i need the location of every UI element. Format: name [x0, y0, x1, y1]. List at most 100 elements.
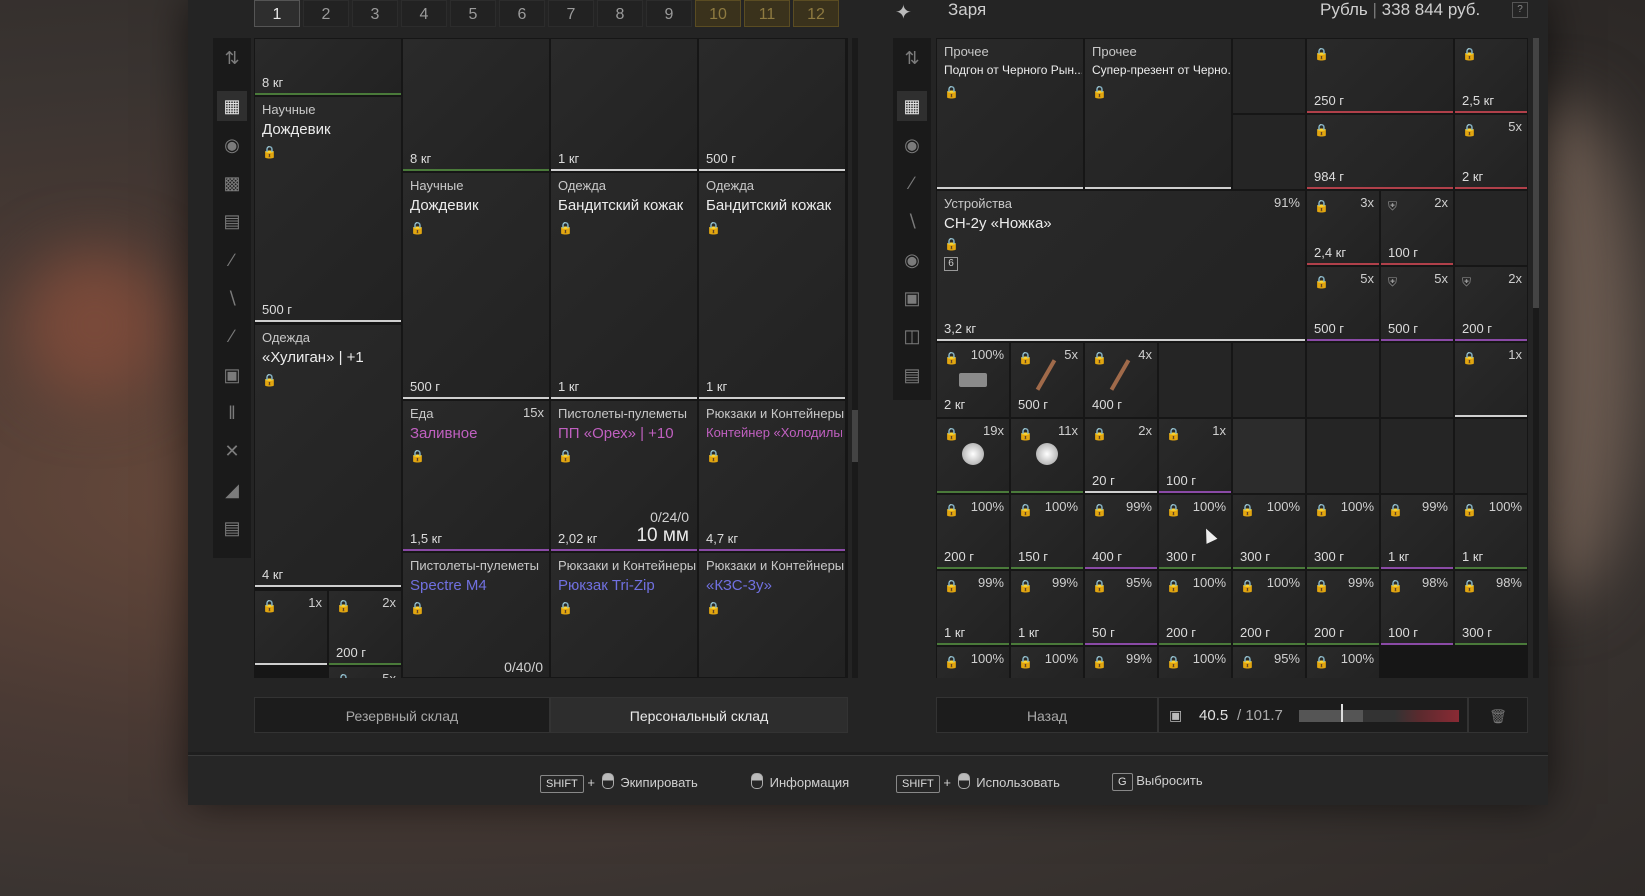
scrollbar-thumb[interactable]	[1533, 38, 1539, 308]
pistol-icon[interactable]: ∖	[217, 283, 247, 313]
trader-item[interactable]: 🔒 100% 300 г	[1232, 494, 1306, 570]
trader-item[interactable]: Устройства 91% СН-2у «Ножка» 🔒 6 3,2 кг	[936, 190, 1306, 342]
trader-item[interactable]: 🔒 2,5 кг	[1454, 38, 1528, 114]
artifact-icon[interactable]: ◉	[897, 245, 927, 275]
rifle-icon[interactable]: ∕	[217, 245, 247, 275]
trader-item[interactable]: 🔒 100%	[1158, 646, 1232, 678]
stash-item[interactable]: 8 кг	[402, 38, 550, 172]
book-icon[interactable]: ◫	[897, 321, 927, 351]
stash-item[interactable]: 500 г	[698, 38, 846, 172]
trader-item[interactable]: 🔒 2x 20 г	[1084, 418, 1158, 494]
trader-item[interactable]: ⛨ 2x 200 г	[1454, 266, 1528, 342]
empty-slot[interactable]	[1232, 114, 1306, 190]
trader-item[interactable]: 🔒 100%	[1306, 646, 1380, 678]
sort-icon[interactable]: ⇅	[897, 43, 927, 73]
trader-item[interactable]: 🔒 99% 1 кг	[1010, 570, 1084, 646]
trader-item[interactable]: 🔒 99% 1 кг	[936, 570, 1010, 646]
trader-item[interactable]: 🔒 984 г	[1306, 114, 1454, 190]
tab-7[interactable]: 7	[548, 0, 594, 27]
trader-item[interactable]: 🔒 4x 400 г	[1084, 342, 1158, 418]
stash-item[interactable]: Одежда «Хулиган» | +1 🔒 4 кг	[254, 324, 402, 588]
all-items-grid-icon[interactable]: ▦	[217, 91, 247, 121]
tab-9[interactable]: 9	[646, 0, 692, 27]
stash-item[interactable]: 🔒 2x 200 г	[328, 590, 402, 666]
all-items-grid-icon[interactable]: ▦	[897, 91, 927, 121]
scrollbar-thumb[interactable]	[852, 410, 858, 462]
empty-slot[interactable]	[1232, 342, 1306, 418]
trader-item[interactable]: 🔒 19x	[936, 418, 1010, 494]
stash-item[interactable]: Рюкзаки и Контейнеры Рюкзак Tri-Zip 🔒	[550, 552, 698, 678]
trader-item[interactable]: ⛨ 5x 500 г	[1380, 266, 1454, 342]
trader-item[interactable]: 🔒 99% 1 кг	[1380, 494, 1454, 570]
tools-icon[interactable]: ✕	[217, 436, 247, 466]
blueprint-icon[interactable]: ◢	[217, 475, 247, 505]
stash-item[interactable]: Научные Дождевик 🔒 500 г	[402, 172, 550, 400]
tab-1[interactable]: 1	[254, 0, 300, 27]
pistol-icon[interactable]: ∖	[897, 206, 927, 236]
empty-slot[interactable]	[1380, 418, 1454, 494]
trash-button[interactable]: 🗑	[1468, 697, 1528, 733]
trader-item[interactable]: 🔒 95%	[1232, 646, 1306, 678]
trader-item[interactable]: 🔒 100% 1 кг	[1454, 494, 1528, 570]
stash-item[interactable]: 1 кг	[550, 38, 698, 172]
personal-storage-button[interactable]: Персональный склад	[550, 697, 848, 733]
tab-3[interactable]: 3	[352, 0, 398, 27]
ammo-icon[interactable]: ‖	[217, 398, 247, 428]
trader-item[interactable]: 🔒 98% 300 г	[1454, 570, 1528, 646]
help-button[interactable]: ?	[1512, 2, 1528, 18]
trader-item[interactable]: 🔒 5x 500 г	[1010, 342, 1084, 418]
tab-10[interactable]: 10	[695, 0, 741, 27]
sort-icon[interactable]: ⇅	[217, 43, 247, 73]
container-icon[interactable]: ▤	[217, 206, 247, 236]
misc-box-icon[interactable]: ▤	[897, 360, 927, 390]
trader-item[interactable]: 🔒 100%	[1010, 646, 1084, 678]
trader-item[interactable]: 🔒 100% 150 г	[1010, 494, 1084, 570]
trader-item[interactable]: Прочее Подгон от Черного Рын... 🔒	[936, 38, 1084, 190]
trader-item[interactable]: 🔒 98% 100 г	[1380, 570, 1454, 646]
stash-item[interactable]: Одежда Бандитский кожак 🔒 1 кг	[698, 172, 846, 400]
stash-item[interactable]: 🔒 5x	[328, 666, 402, 678]
trader-item[interactable]: 🔒 100% 300 г	[1158, 494, 1232, 570]
tab-6[interactable]: 6	[499, 0, 545, 27]
tab-11[interactable]: 11	[744, 0, 790, 27]
tab-8[interactable]: 8	[597, 0, 643, 27]
stash-item[interactable]: Рюкзаки и Контейнеры Контейнер «Холодиль…	[698, 400, 846, 552]
empty-slot[interactable]	[1232, 418, 1306, 494]
medkit-icon[interactable]: ▣	[897, 283, 927, 313]
trader-item[interactable]: 🔒 1x 100 г	[1158, 418, 1232, 494]
armor-icon[interactable]: ▩	[217, 168, 247, 198]
trader-item[interactable]: 🔒 95% 50 г	[1084, 570, 1158, 646]
medkit-icon[interactable]: ▣	[217, 360, 247, 390]
empty-slot[interactable]	[1380, 342, 1454, 418]
stash-item[interactable]: Пистолеты-пулеметы ПП «Орех» | +10 🔒 0/2…	[550, 400, 698, 552]
trader-item[interactable]: ⛨ 2x 100 г	[1380, 190, 1454, 266]
trader-item[interactable]: 🔒 100% 2 кг	[936, 342, 1010, 418]
back-button[interactable]: Назад	[936, 697, 1158, 733]
tab-12[interactable]: 12	[793, 0, 839, 27]
stash-item[interactable]: Одежда Бандитский кожак 🔒 1 кг	[550, 172, 698, 400]
empty-slot[interactable]	[1454, 418, 1528, 494]
helmet-icon[interactable]: ◉	[217, 130, 247, 160]
trader-item[interactable]: 🔒 250 г	[1306, 38, 1454, 114]
stash-item[interactable]: 8 кг	[254, 38, 402, 96]
misc-box-icon[interactable]: ▤	[217, 513, 247, 543]
trader-item[interactable]: 🔒 99%	[1084, 646, 1158, 678]
trader-item[interactable]: 🔒 5x 2 кг	[1454, 114, 1528, 190]
trader-item[interactable]: 🔒 3x 2,4 кг	[1306, 190, 1380, 266]
stash-item[interactable]: 🔒 1x	[254, 590, 328, 666]
trader-item[interactable]: 🔒 100%	[936, 646, 1010, 678]
tab-2[interactable]: 2	[303, 0, 349, 27]
stash-item[interactable]: Пистолеты-пулеметы Spectre M4 🔒 0/40/0	[402, 552, 550, 678]
tab-5[interactable]: 5	[450, 0, 496, 27]
rifle-icon[interactable]: ∕	[897, 168, 927, 198]
trader-item[interactable]: 🔒 1x	[1454, 342, 1528, 418]
trader-item[interactable]: 🔒 99% 400 г	[1084, 494, 1158, 570]
knife-icon[interactable]: ∕	[217, 321, 247, 351]
stash-item[interactable]: Еда 15x Заливное 🔒 1,5 кг	[402, 400, 550, 552]
reserve-storage-button[interactable]: Резервный склад	[254, 697, 550, 733]
helmet-icon[interactable]: ◉	[897, 130, 927, 160]
trader-item[interactable]: 🔒 100% 200 г	[1158, 570, 1232, 646]
trader-item[interactable]: 🔒 11x	[1010, 418, 1084, 494]
empty-slot[interactable]	[1306, 342, 1380, 418]
trader-item[interactable]: Прочее Супер-презент от Черно... 🔒	[1084, 38, 1232, 190]
